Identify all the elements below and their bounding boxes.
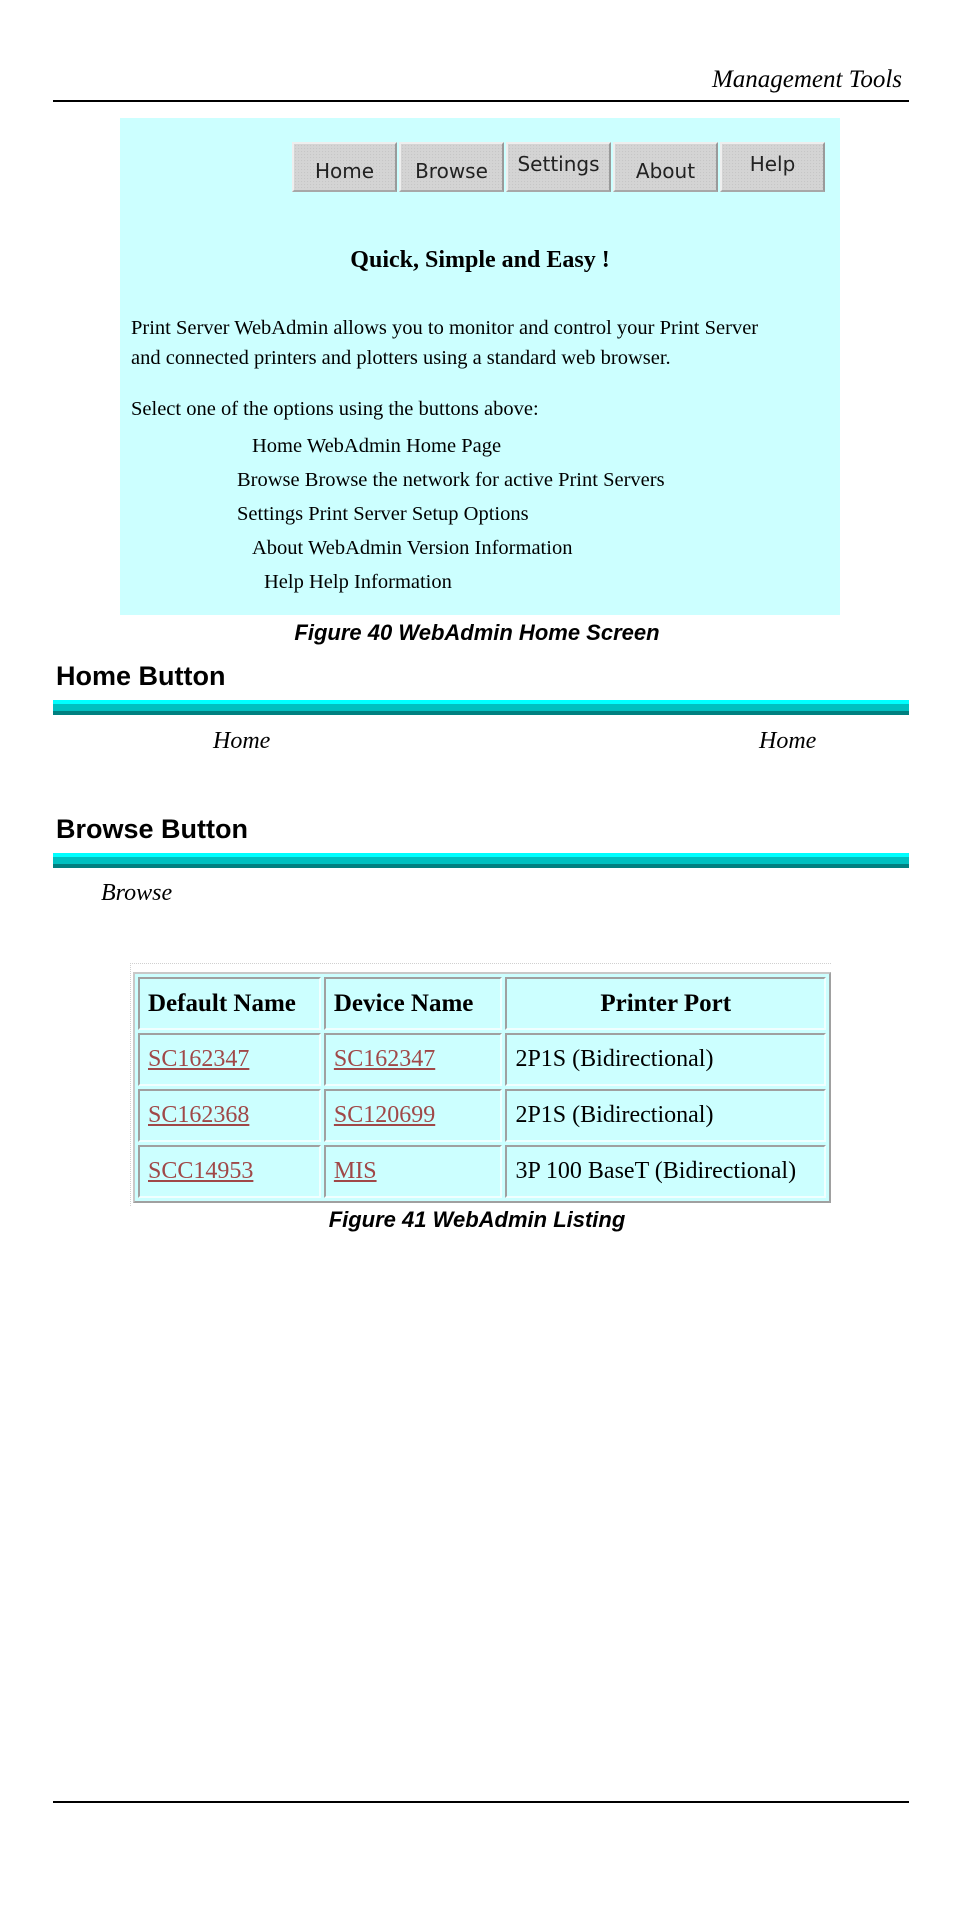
running-head: Management Tools: [711, 66, 902, 93]
select-prompt: Select one of the options using the butt…: [131, 398, 539, 420]
option-description: WebAdmin Version Information: [308, 537, 573, 559]
option-line-home: Home WebAdmin Home Page: [252, 435, 501, 458]
default-name-cell: SCC14953: [138, 1145, 321, 1198]
section-rule: [53, 853, 909, 869]
default-name-cell: SC162347: [138, 1033, 321, 1086]
device-name-link[interactable]: SC162347: [334, 1046, 435, 1072]
device-name-cell: MIS: [323, 1145, 503, 1198]
nav-button-label: Help: [749, 152, 796, 176]
home-button-heading: Home Button: [56, 661, 226, 691]
device-name-cell: SC162347: [323, 1033, 503, 1086]
footer-rule: [53, 1801, 909, 1803]
figure-41-caption: Figure 41 WebAdmin Listing: [328, 1207, 626, 1232]
option-description: WebAdmin Home Page: [306, 435, 502, 457]
nav-button-help[interactable]: Help: [720, 142, 825, 192]
printer-port-cell: 2P1S (Bidirectional): [505, 1089, 826, 1142]
table-header-row: Default Name Device Name Printer Port: [138, 977, 826, 1030]
print-server-table: Default Name Device Name Printer Port SC…: [133, 972, 831, 1203]
figure-40-caption: Figure 40 WebAdmin Home Screen: [294, 620, 660, 645]
device-name-link[interactable]: SC120699: [334, 1102, 435, 1128]
option-line-settings: Settings Print Server Setup Options: [237, 503, 529, 526]
webadmin-home-screenshot: Home Browse Settings About Help Quick, S…: [120, 118, 840, 615]
webadmin-nav-bar: Home Browse Settings About Help: [292, 142, 827, 192]
webadmin-listing-screenshot: Default Name Device Name Printer Port SC…: [130, 963, 831, 1206]
column-header-default-name: Default Name: [138, 977, 321, 1030]
table-row: SCC14953 MIS 3P 100 BaseT (Bidirectional…: [138, 1145, 826, 1198]
column-header-device-name: Device Name: [323, 977, 503, 1030]
nav-button-home[interactable]: Home: [292, 142, 397, 192]
option-name: Help: [264, 571, 304, 593]
column-header-printer-port: Printer Port: [505, 977, 826, 1030]
default-name-link[interactable]: SCC14953: [148, 1158, 253, 1184]
option-name: Browse: [237, 469, 300, 491]
browse-button-heading: Browse Button: [56, 814, 248, 844]
option-line-help: Help Help Information: [264, 571, 452, 594]
nav-button-about[interactable]: About: [613, 142, 718, 192]
option-name: Home: [252, 435, 303, 457]
home-term: Home: [213, 728, 271, 754]
printer-port-cell: 2P1S (Bidirectional): [505, 1033, 826, 1086]
nav-button-label: Settings: [517, 152, 600, 176]
browse-term: Browse: [101, 880, 173, 906]
nav-button-label: Browse: [415, 159, 488, 183]
option-name: Settings: [237, 503, 304, 525]
option-description: Browse the network for active Print Serv…: [304, 469, 665, 491]
section-rule: [53, 700, 909, 716]
printer-port-cell: 3P 100 BaseT (Bidirectional): [505, 1145, 826, 1198]
intro-line: Print Server WebAdmin allows you to moni…: [131, 317, 759, 339]
option-description: Print Server Setup Options: [308, 503, 529, 525]
nav-button-label: About: [635, 159, 696, 183]
device-name-link[interactable]: MIS: [334, 1158, 377, 1184]
webadmin-intro-paragraph: Print Server WebAdmin allows you to moni…: [131, 313, 758, 373]
table-row: SC162347 SC162347 2P1S (Bidirectional): [138, 1033, 826, 1086]
nav-button-label: Home: [314, 159, 375, 183]
device-name-cell: SC120699: [323, 1089, 503, 1142]
option-description: Help Information: [308, 571, 452, 593]
table-row: SC162368 SC120699 2P1S (Bidirectional): [138, 1089, 826, 1142]
default-name-link[interactable]: SC162368: [148, 1102, 249, 1128]
home-term: Home: [759, 728, 817, 754]
nav-button-browse[interactable]: Browse: [399, 142, 504, 192]
intro-line: and connected printers and plotters usin…: [131, 347, 671, 369]
option-line-about: About WebAdmin Version Information: [252, 537, 572, 560]
header-rule: [53, 100, 909, 102]
nav-button-settings[interactable]: Settings: [506, 142, 611, 192]
option-line-browse: Browse Browse the network for active Pri…: [237, 469, 665, 492]
option-name: About: [252, 537, 304, 559]
default-name-link[interactable]: SC162347: [148, 1046, 249, 1072]
webadmin-title: Quick, Simple and Easy !: [350, 247, 610, 273]
default-name-cell: SC162368: [138, 1089, 321, 1142]
